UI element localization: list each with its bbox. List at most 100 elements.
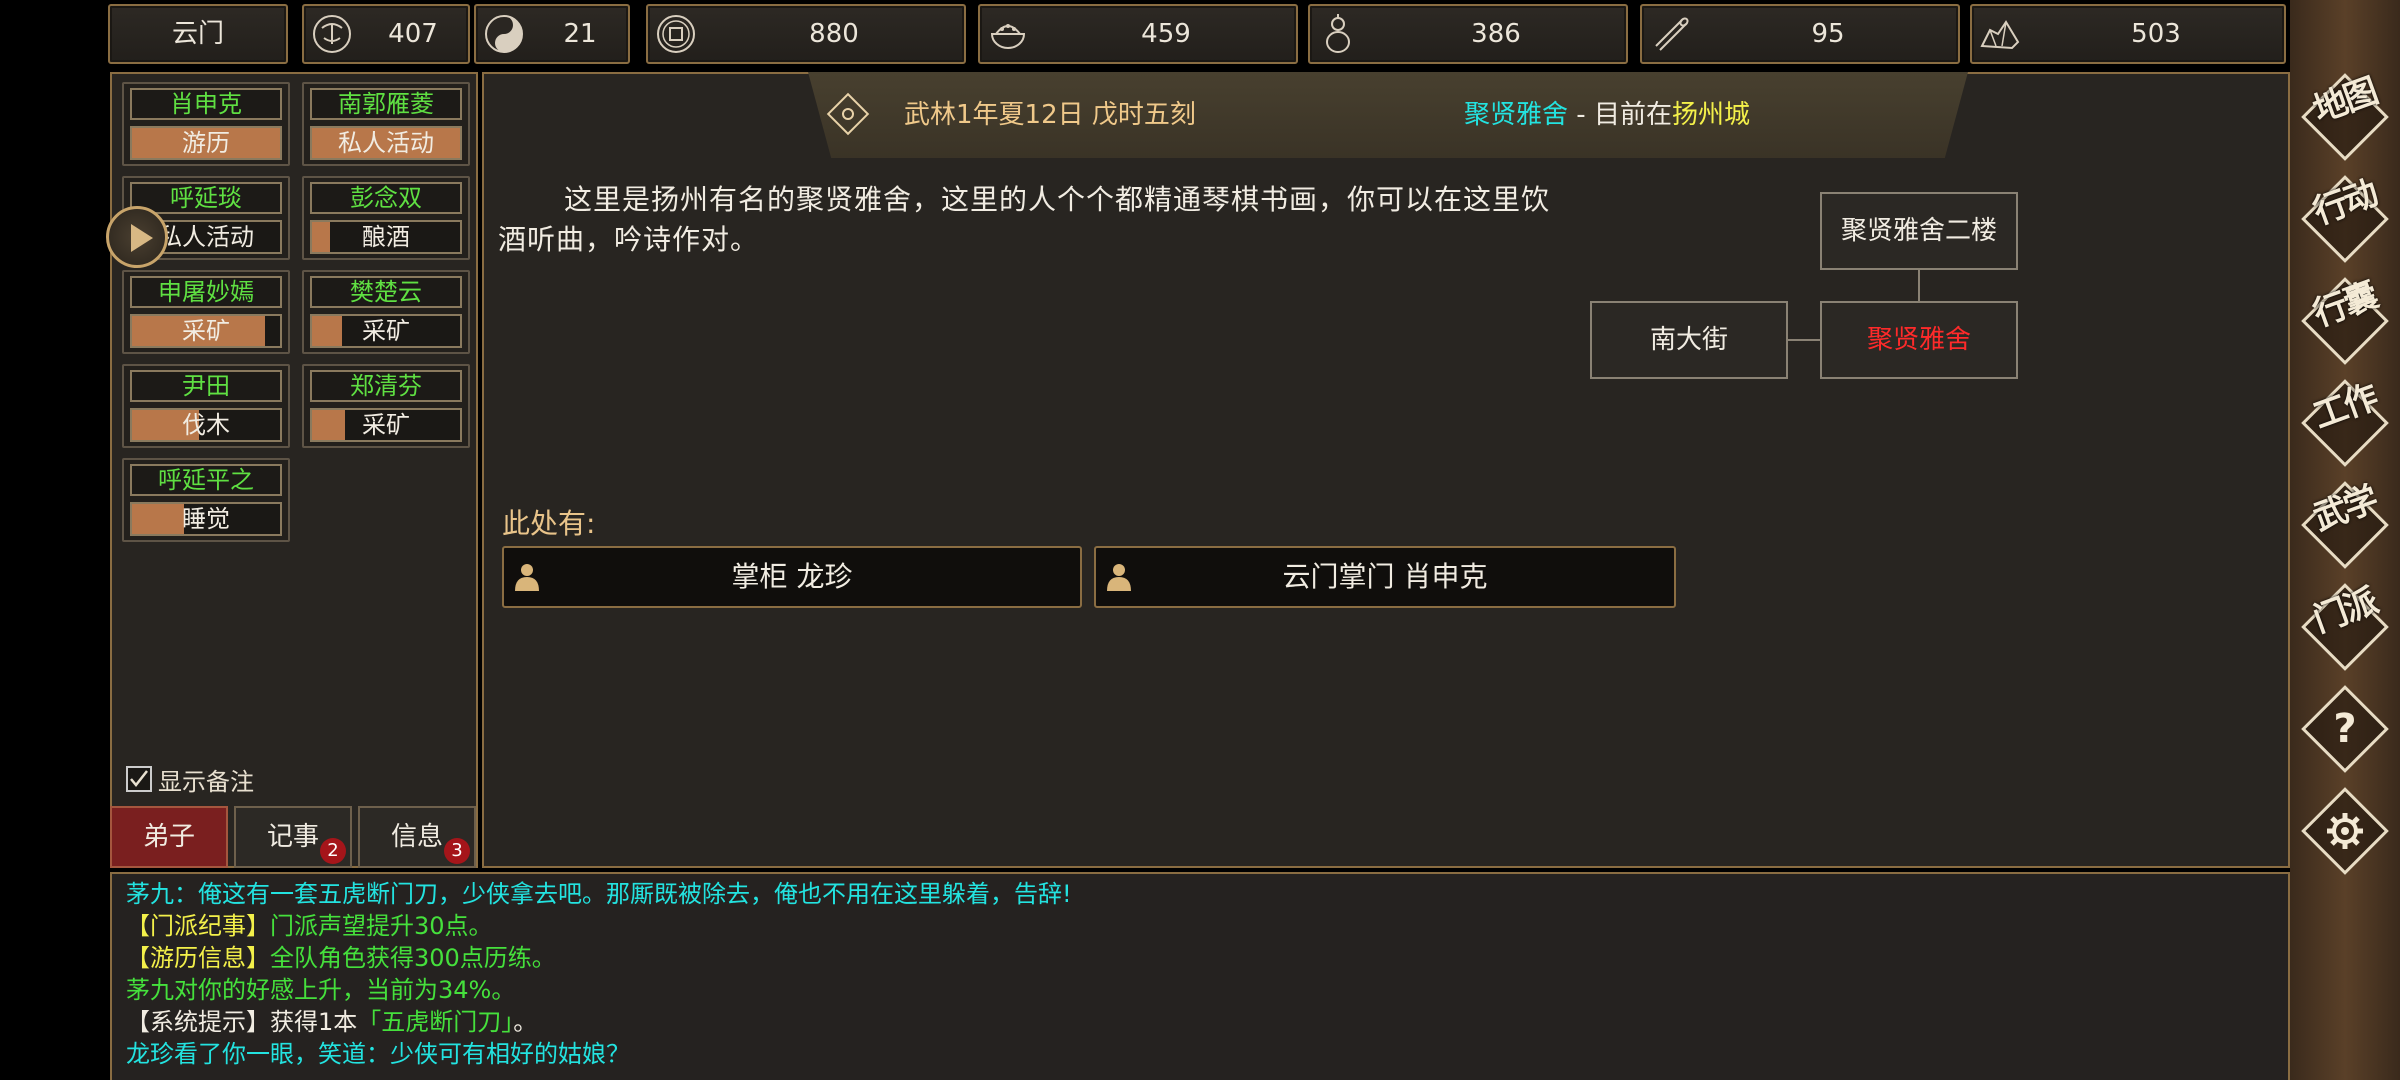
log-line: 茅九对你的好感上升，当前为34%。: [126, 976, 516, 1004]
room-label: 南大街: [1649, 325, 1728, 355]
map-room-south-street[interactable]: 南大街: [1590, 301, 1788, 379]
disciple-card[interactable]: 樊楚云 采矿: [302, 270, 470, 354]
disciple-name: 尹田: [130, 370, 282, 402]
npc-button-sect-leader[interactable]: 云门掌门 肖申克: [1094, 546, 1676, 608]
help-icon: ?: [2333, 706, 2357, 752]
disciple-activity: 采矿: [310, 408, 462, 442]
disciple-activity: 采矿: [130, 314, 282, 348]
activity-progress: [312, 222, 330, 252]
disciple-name: 申屠妙嫣: [130, 276, 282, 308]
location-separator: -: [1576, 100, 1586, 130]
disciple-activity: 采矿: [310, 314, 462, 348]
menu-martial[interactable]: 武学: [2298, 478, 2392, 572]
disciple-card[interactable]: 申屠妙嫣 采矿: [122, 270, 290, 354]
activity-label: 睡觉: [182, 505, 230, 533]
ore-value: 503: [2131, 19, 2181, 49]
disciple-name: 郑清芬: [310, 370, 462, 402]
disciple-card[interactable]: 郑清芬 采矿: [302, 364, 470, 448]
log-line: 【门派纪事】门派声望提升30点。: [126, 912, 493, 940]
activity-progress: [312, 410, 345, 440]
location-line: 聚贤雅舍 - 目前在扬州城: [1464, 72, 1750, 158]
menu-sect[interactable]: 门派: [2298, 580, 2392, 674]
activity-label: 酿酒: [362, 223, 410, 251]
disciple-name: 樊楚云: [310, 276, 462, 308]
location-header: 武林1年夏12日 戊时五刻 聚贤雅舍 - 目前在扬州城: [808, 72, 1968, 158]
log-line: 龙珍看了你一眼，笑道：少侠可有相好的姑娘？: [126, 1040, 630, 1068]
npc-name: 云门掌门 肖申克: [1282, 560, 1488, 593]
resource-yinyang[interactable]: 21: [474, 4, 630, 64]
sect-name: 云门: [171, 19, 224, 49]
gear-icon: [2327, 813, 2363, 849]
wood-log-icon: [1655, 17, 1689, 51]
activity-label: 采矿: [362, 317, 410, 345]
activity-label: 采矿: [362, 411, 410, 439]
disciple-name: 彭念双: [310, 182, 462, 214]
activity-progress: [132, 504, 184, 534]
disciple-card[interactable]: 彭念双 酿酒: [302, 176, 470, 260]
wood-value: 95: [1811, 19, 1845, 49]
game-date: 武林1年夏12日 戊时五刻: [904, 100, 1196, 130]
disciple-card[interactable]: 南郭雁菱 私人活动: [302, 82, 470, 166]
disciple-activity: 私人活动: [310, 126, 462, 160]
journal-badge: 2: [320, 838, 346, 864]
disciple-panel: 肖申克 游历 南郭雁菱 私人活动 呼延琰 私人活动 彭念双 酿酒 申屠妙嫣 采矿 樊楚云 采矿 尹田 伐木…: [106, 72, 478, 868]
activity-label: 私人活动: [158, 223, 254, 251]
resource-bar: 云门 407 21 880 459 386 95 503: [108, 4, 2288, 66]
map-connector: [1918, 270, 1920, 302]
food-value: 459: [1141, 19, 1191, 49]
menu-settings[interactable]: [2298, 784, 2392, 878]
map-room-upstairs[interactable]: 聚贤雅舍二楼: [1820, 192, 2018, 270]
disciple-card[interactable]: 呼延平之 睡觉: [122, 458, 290, 542]
reputation-icon: [313, 15, 351, 53]
sect-name-box[interactable]: 云门: [108, 4, 288, 64]
ore-icon: [1980, 20, 2020, 50]
resource-food[interactable]: 459: [978, 4, 1298, 64]
disciple-activity: 伐木: [130, 408, 282, 442]
description-text: 这里是扬州有名的聚贤雅舍，这里的人个个都精通琴棋书画，你可以在这里饮酒听曲，吟诗…: [498, 183, 1551, 256]
activity-label: 私人活动: [338, 129, 434, 157]
yin-yang-icon: [485, 15, 523, 53]
tab-label: 记事: [266, 822, 319, 852]
activity-label: 伐木: [182, 411, 230, 439]
money-value: 880: [809, 19, 859, 49]
disciple-card[interactable]: 尹田 伐木: [122, 364, 290, 448]
disciple-name: 南郭雁菱: [310, 88, 462, 120]
show-notes-checkbox[interactable]: [126, 766, 152, 792]
menu-map[interactable]: 地图: [2298, 70, 2392, 164]
person-icon: [515, 564, 539, 591]
menu-work[interactable]: 工作: [2298, 376, 2392, 470]
food-bowl-icon: [990, 24, 1026, 49]
npc-name: 掌柜 龙珍: [731, 560, 853, 593]
location-name: 聚贤雅舍: [1464, 100, 1569, 130]
resource-wine[interactable]: 386: [1308, 4, 1628, 64]
tab-disciples[interactable]: 弟子: [110, 806, 228, 868]
resource-reputation[interactable]: 407: [302, 4, 470, 64]
log-line: 【系统提示】获得1本「五虎断门刀」。: [126, 1008, 538, 1036]
current-prefix: 目前在: [1593, 100, 1672, 130]
coin-icon: [657, 15, 695, 53]
map-connector: [1788, 339, 1822, 341]
here-label: 此处有:: [502, 507, 596, 540]
resource-wood[interactable]: 95: [1640, 4, 1960, 64]
tab-journal[interactable]: 记事 2: [234, 806, 352, 868]
npc-button-shopkeeper[interactable]: 掌柜 龙珍: [502, 546, 1082, 608]
play-icon[interactable]: [106, 206, 168, 268]
compass-icon: [826, 92, 870, 136]
message-log[interactable]: 茅九：俺这有一套五虎断门刀，少侠拿去吧。那厮既被除去，俺也不用在这里躲着，告辞!…: [110, 872, 2290, 1080]
activity-progress: [312, 316, 342, 346]
left-tabs: 弟子 记事 2 信息 3: [110, 806, 480, 868]
resource-ore[interactable]: 503: [1970, 4, 2286, 64]
check-icon: [130, 770, 148, 787]
wine-gourd-icon: [1326, 14, 1350, 53]
yinyang-value: 21: [563, 19, 597, 49]
location-description: 这里是扬州有名的聚贤雅舍，这里的人个个都精通琴棋书画，你可以在这里饮酒听曲，吟诗…: [498, 180, 1568, 260]
tab-info[interactable]: 信息 3: [358, 806, 476, 868]
menu-bag[interactable]: 行囊: [2298, 274, 2392, 368]
resource-money[interactable]: 880: [646, 4, 966, 64]
menu-help[interactable]: ?: [2298, 682, 2392, 776]
disciple-card[interactable]: 肖申克 游历: [122, 82, 290, 166]
disciple-activity: 睡觉: [130, 502, 282, 536]
menu-action[interactable]: 行动: [2298, 172, 2392, 266]
disciple-activity: 游历: [130, 126, 282, 160]
disciple-name: 肖申克: [130, 88, 282, 120]
